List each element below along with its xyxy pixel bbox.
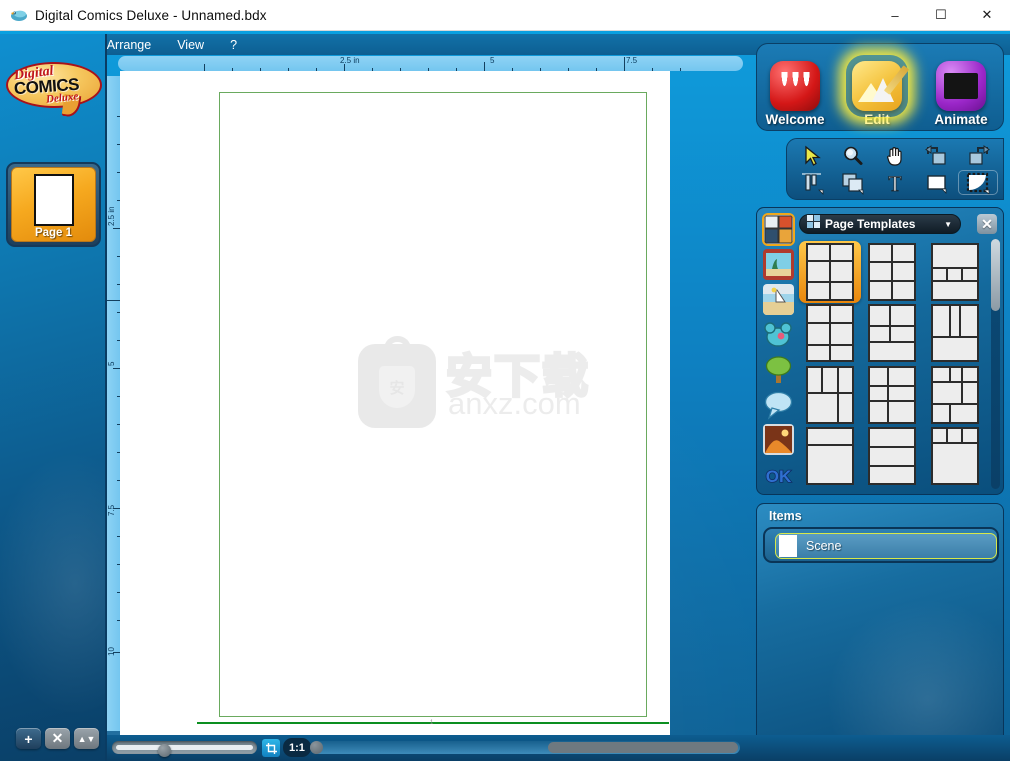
window-controls: – ☐ ✕ (872, 0, 1010, 31)
flip-vertical-tool[interactable] (957, 142, 999, 169)
app-logo: Digital COMICS Deluxe (6, 62, 102, 120)
zoom-slider-track (116, 745, 253, 750)
pan-hand-tool[interactable] (874, 142, 916, 169)
minimize-button[interactable]: – (872, 0, 918, 31)
horizontal-scroll-segment[interactable] (548, 742, 738, 753)
templates-grid (799, 239, 996, 489)
page-actions: + ✕ ▲▼ (16, 728, 99, 749)
template-thumbnail-7[interactable] (799, 364, 861, 426)
template-thumbnail-9[interactable] (924, 364, 986, 426)
page-margin-guide (219, 92, 647, 717)
list-item[interactable]: Scene (775, 533, 997, 559)
text-tool[interactable]: T (874, 169, 916, 196)
category-strip: OK (761, 213, 795, 491)
menu-arrange[interactable]: Arrange (104, 37, 154, 53)
flip-horizontal-tool[interactable] (916, 142, 958, 169)
close-templates-panel-button[interactable]: ✕ (977, 214, 997, 234)
chevron-down-icon: ▼ (944, 219, 952, 229)
pages-sidebar: Digital COMICS Deluxe Page 1 + ✕ ▲▼ (0, 34, 107, 761)
template-thumbnail-8[interactable] (861, 364, 923, 426)
templates-scrollbar-thumb[interactable] (991, 239, 1000, 311)
mode-animate[interactable]: Animate (921, 61, 1001, 127)
page-templates-panel: Page Templates ▼ ✕ OK (756, 207, 1004, 495)
hruler-label-2_5: 2.5 in (340, 56, 360, 65)
welcome-icon (770, 61, 820, 111)
category-backgrounds[interactable] (762, 249, 794, 280)
reorder-page-button[interactable]: ▲▼ (74, 728, 99, 749)
hruler-label-7_5: 7.5 (626, 56, 638, 65)
panel-shape-tool[interactable] (916, 169, 958, 196)
zoom-level-badge[interactable]: 1:1 (283, 738, 311, 757)
items-panel-title: Items (769, 509, 802, 523)
app-bird-icon (9, 5, 29, 25)
template-thumbnail-6[interactable] (924, 303, 986, 365)
edit-icon (846, 55, 910, 117)
title-bar: Digital Comics Deluxe - Unnamed.bdx – ☐ … (0, 0, 1010, 31)
select-arrow-tool[interactable] (791, 142, 833, 169)
menu-view[interactable]: View (174, 37, 207, 53)
add-page-button[interactable]: + (16, 728, 41, 749)
templates-title: Page Templates (825, 217, 916, 231)
category-scenes[interactable] (762, 284, 794, 315)
template-thumbnail-5[interactable] (861, 303, 923, 365)
crop-mask-tool[interactable] (957, 169, 999, 196)
template-thumbnail-4[interactable] (799, 303, 861, 365)
align-tool[interactable] (791, 169, 833, 196)
vertical-ruler[interactable]: 2.5 in 5 7.5 10 (106, 76, 120, 731)
hruler-label-5: 5 (490, 56, 495, 65)
template-thumbnail-3[interactable] (924, 241, 986, 303)
page-thumbnail-item[interactable]: Page 1 (11, 167, 96, 242)
mode-welcome[interactable]: Welcome (755, 61, 835, 127)
category-page-templates[interactable] (761, 213, 795, 246)
category-props[interactable] (763, 354, 794, 385)
horizontal-scrollbar[interactable] (310, 741, 740, 754)
mode-bar: Welcome Edit Animate (756, 43, 1004, 131)
zoom-slider-handle[interactable] (158, 744, 171, 757)
zoom-slider[interactable] (112, 741, 257, 757)
templates-scrollbar[interactable] (991, 239, 1000, 489)
page-templates-icon (807, 215, 820, 233)
zoom-magnifier-tool[interactable] (833, 142, 875, 169)
template-thumbnail-10[interactable] (799, 426, 861, 488)
template-thumbnail-11[interactable] (861, 426, 923, 488)
page-list-container: Page 1 (6, 162, 101, 247)
arrange-layers-tool[interactable] (833, 169, 875, 196)
item-label: Scene (806, 539, 842, 553)
items-panel: Items Scene (756, 503, 1004, 756)
vruler-label-2_5: 2.5 in (107, 206, 116, 226)
template-thumbnail-1[interactable] (799, 241, 862, 303)
vruler-label-7_5: 7.5 (107, 504, 116, 516)
mode-edit[interactable]: Edit (837, 55, 917, 127)
tools-toolbar: T (786, 138, 1004, 200)
item-swatch (779, 535, 797, 557)
edit-active-glow (846, 55, 908, 117)
mode-animate-label: Animate (934, 112, 988, 127)
animate-icon (936, 61, 986, 111)
category-speech-balloons[interactable] (763, 389, 794, 420)
fit-to-page-icon[interactable] (262, 739, 280, 757)
category-sound-words[interactable]: OK (763, 459, 794, 490)
window-title: Digital Comics Deluxe - Unnamed.bdx (35, 7, 267, 23)
horizontal-ruler[interactable]: 2.5 in 5 7.5 (118, 56, 743, 71)
page-preview (33, 174, 74, 226)
application-window: Digital Comics Deluxe - Unnamed.bdx – ☐ … (0, 0, 1010, 761)
svg-text:OK: OK (765, 467, 791, 486)
template-thumbnail-2[interactable] (861, 241, 923, 303)
category-characters[interactable] (763, 319, 794, 350)
page-number-mark: 1 (430, 720, 434, 726)
items-list: Scene (763, 527, 999, 563)
category-effects[interactable] (762, 424, 794, 455)
page-label: Page 1 (34, 227, 73, 239)
template-thumbnail-12[interactable] (924, 426, 986, 488)
close-button[interactable]: ✕ (964, 0, 1010, 31)
maximize-button[interactable]: ☐ (918, 0, 964, 31)
mode-welcome-label: Welcome (765, 112, 825, 127)
status-bar: 1:1 (107, 735, 1010, 761)
vruler-label-5: 5 (107, 361, 116, 366)
delete-page-button[interactable]: ✕ (45, 728, 70, 749)
menu-help[interactable]: ? (227, 37, 240, 53)
templates-dropdown[interactable]: Page Templates ▼ (799, 214, 961, 234)
svg-text:T: T (888, 171, 902, 195)
horizontal-scroll-handle[interactable] (310, 741, 323, 754)
